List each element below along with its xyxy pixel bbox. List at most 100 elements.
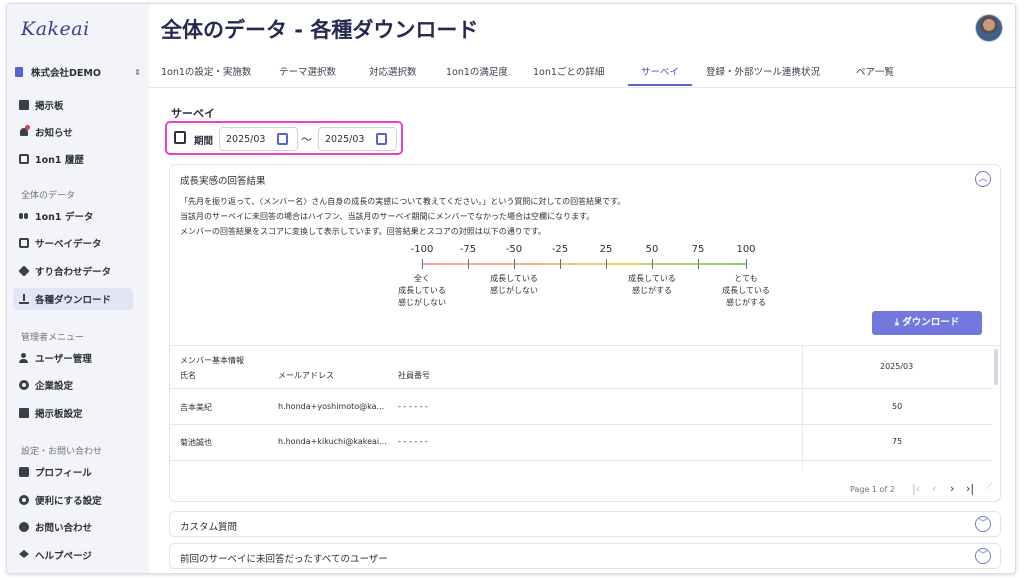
notification-dot <box>25 125 30 130</box>
panel-title: 成長実感の回答結果 <box>180 176 266 187</box>
scale-tick <box>698 259 699 269</box>
column-group-header: メンバー基本情報 <box>180 356 244 365</box>
table-cell-name: 吉本美紀 <box>180 403 212 412</box>
scale-tick-label: -75 <box>459 244 477 255</box>
sidebar-item-profile[interactable]: プロフィール <box>13 461 133 483</box>
column-header-name: 氏名 <box>180 371 196 380</box>
scale-tick-label: 75 <box>691 244 705 255</box>
sidebar-item-downloads[interactable]: 各種ダウンロード <box>13 288 133 310</box>
sidebar-item-survey-data[interactable]: サーベイデータ <box>13 232 133 254</box>
section-label-settings: 設定・お問い合わせ <box>21 447 103 457</box>
sidebar-item-user-admin[interactable]: ユーザー管理 <box>13 347 133 369</box>
page-title: 全体のデータ - 各種ダウンロード <box>161 18 479 42</box>
row-divider <box>170 460 992 461</box>
main-content: 全体のデータ - 各種ダウンロード 1on1の設定・実施数 テーマ選択数 対応選… <box>149 4 1015 573</box>
table-cell-email: h.honda+yoshimoto@ka... <box>278 402 385 411</box>
tab-theme-selection[interactable]: テーマ選択数 <box>279 64 336 86</box>
board-settings-icon <box>19 408 29 418</box>
period-selector: 期間 2025/03 〜 2025/03 <box>165 121 403 155</box>
table-cell-employee-number: - - - - - - <box>398 402 429 411</box>
scale-tick-label: 50 <box>645 244 659 255</box>
sidebar-item-help[interactable]: ヘルプページ <box>13 544 133 566</box>
results-table: メンバー基本情報 氏名 メールアドレス 社員番号 2025/03 吉本美紀 h.… <box>170 345 1002 473</box>
end-month-input[interactable]: 2025/03 <box>318 127 397 151</box>
sidebar-item-label: サーベイデータ <box>35 239 102 250</box>
download-button[interactable]: ⤓ ダウンロード <box>872 311 982 335</box>
first-page-icon[interactable]: |‹ <box>912 482 920 495</box>
sidebar-item-1on1-history[interactable]: 1on1 履歴 <box>13 148 133 170</box>
scale-tick-label: 100 <box>736 244 756 255</box>
table-cell-score: 50 <box>892 402 903 411</box>
tab-registration-status[interactable]: 登録・外部ツール連携状況 <box>706 64 820 86</box>
profile-icon <box>19 467 29 477</box>
scale-tick-label: -25 <box>551 244 569 255</box>
scale-tick <box>514 259 515 269</box>
tab-pair-list[interactable]: ペア一覧 <box>856 64 894 86</box>
sidebar-item-label: お知らせ <box>35 128 73 139</box>
scale-description: 成長している 感じがする <box>628 274 676 295</box>
column-header-email: メールアドレス <box>278 371 334 380</box>
sidebar-item-label: 企業設定 <box>35 381 74 392</box>
sidebar-item-1on1-data[interactable]: 1on1 データ <box>13 205 133 227</box>
board-icon <box>19 100 29 110</box>
download-icon <box>19 294 29 304</box>
scale-description: 成長している 感じがしない <box>490 274 538 295</box>
calendar-picker-icon[interactable] <box>277 133 288 145</box>
checklist-icon <box>19 238 29 248</box>
question-icon <box>19 522 29 532</box>
bell-icon <box>19 125 30 137</box>
scale-tick <box>422 259 423 269</box>
sidebar-item-alignment-data[interactable]: すり合わせデータ <box>13 260 133 282</box>
start-month-input[interactable]: 2025/03 <box>219 127 298 151</box>
tab-bar: 1on1の設定・実施数 テーマ選択数 対応選択数 1on1の満足度 1on1ごと… <box>149 60 1015 88</box>
description-line: 「先月を振り返って、〈メンバー名〉さん自身の成長の実感について教えてください。」… <box>180 197 626 206</box>
last-page-icon[interactable]: ›| <box>966 482 974 495</box>
kakeai-logo[interactable]: Kakeai <box>21 18 90 40</box>
end-month-value: 2025/03 <box>325 134 365 145</box>
sidebar-item-contact[interactable]: お問い合わせ <box>13 516 133 538</box>
building-icon <box>15 67 23 77</box>
collapse-chevron-up-icon[interactable]: ︿ <box>975 171 991 187</box>
survey-section-title: サーベイ <box>171 107 215 120</box>
resize-handle-icon[interactable]: ⟋ <box>986 482 992 492</box>
expand-chevron-down-icon[interactable]: ﹀ <box>975 516 991 532</box>
tab-response-selection[interactable]: 対応選択数 <box>369 64 417 86</box>
sidebar-item-label: 1on1 履歴 <box>35 155 84 166</box>
description-line: 当該月のサーベイに未回答の場合はハイフン、当該月のサーベイ期間にメンバーでなかっ… <box>180 212 595 221</box>
avatar[interactable] <box>975 14 1003 42</box>
sidebar-item-label: 掲示板 <box>35 101 64 112</box>
section-label-admin: 管理者メニュー <box>21 333 85 343</box>
company-switcher[interactable]: 株式会社DEMO ⇕ <box>15 64 141 80</box>
table-scrollbar[interactable] <box>994 349 998 385</box>
download-button-label: ダウンロード <box>902 317 960 328</box>
sidebar-item-label: 1on1 データ <box>35 212 94 223</box>
section-label-data: 全体のデータ <box>21 191 76 201</box>
tab-1on1-satisfaction[interactable]: 1on1の満足度 <box>446 64 508 86</box>
sidebar-item-company-settings[interactable]: 企業設定 <box>13 374 133 396</box>
tab-1on1-settings[interactable]: 1on1の設定・実施数 <box>161 64 251 86</box>
expand-chevron-down-icon[interactable]: ﹀ <box>975 548 991 564</box>
scale-tick-label: -50 <box>505 244 523 255</box>
sidebar-item-board-settings[interactable]: 掲示板設定 <box>13 402 133 424</box>
custom-questions-accordion[interactable]: カスタム質問 ﹀ <box>169 511 1001 537</box>
tab-1on1-details[interactable]: 1on1ごとの詳細 <box>533 64 604 86</box>
sidebar-item-board[interactable]: 掲示板 <box>13 94 133 116</box>
previous-page-icon[interactable]: ‹ <box>932 482 936 495</box>
scale-tick-label: 25 <box>599 244 613 255</box>
gear-icon <box>19 495 29 505</box>
next-page-icon[interactable]: › <box>950 482 954 495</box>
sidebar-item-label: すり合わせデータ <box>35 267 112 278</box>
company-name: 株式会社DEMO <box>31 68 101 79</box>
scale-tick <box>606 259 607 269</box>
sidebar: Kakeai 株式会社DEMO ⇕ 掲示板 お知らせ 1on1 履歴 全体のデー… <box>7 4 149 573</box>
sidebar-item-label: お問い合わせ <box>35 523 93 534</box>
unanswered-users-accordion[interactable]: 前回のサーベイに未回答だったすべてのユーザー ﹀ <box>169 543 1001 569</box>
score-scale: -100 -75 -50 -25 25 50 75 100 全く 成長している … <box>396 243 796 323</box>
app-window: Kakeai 株式会社DEMO ⇕ 掲示板 お知らせ 1on1 履歴 全体のデー… <box>6 3 1016 574</box>
tab-survey[interactable]: サーベイ <box>628 64 692 86</box>
calendar-picker-icon[interactable] <box>376 133 387 145</box>
sidebar-item-preferences[interactable]: 便利にする設定 <box>13 489 133 511</box>
column-divider <box>802 346 803 471</box>
growth-results-panel: 成長実感の回答結果 ︿ 「先月を振り返って、〈メンバー名〉さん自身の成長の実感に… <box>169 164 1002 502</box>
sidebar-item-notifications[interactable]: お知らせ <box>13 121 133 143</box>
